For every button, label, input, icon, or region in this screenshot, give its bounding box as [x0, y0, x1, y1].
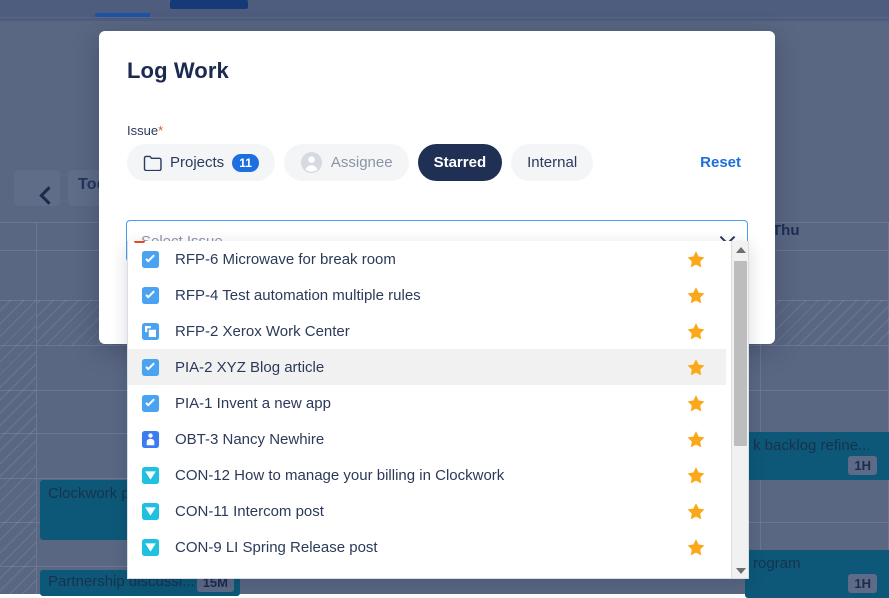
list-item[interactable]: RFP-4 Test automation multiple rules [128, 277, 726, 313]
list-item-label: RFP-6 Microwave for break room [175, 251, 396, 268]
calendar-event-duration: 1H [848, 456, 877, 475]
user-avatar-icon [300, 151, 323, 174]
list-item-label: RFP-2 Xerox Work Center [175, 323, 350, 340]
list-item[interactable]: RFP-2 Xerox Work Center [128, 313, 726, 349]
filter-chip-projects-label: Projects [170, 154, 224, 171]
calendar-event[interactable]: k backlog refine... 1H [745, 432, 889, 480]
star-icon[interactable] [687, 430, 705, 448]
dropdown-scrollbar[interactable] [731, 241, 748, 579]
task-checkbox-icon [141, 250, 160, 269]
list-item-label: CON-12 How to manage your billing in Clo… [175, 467, 504, 484]
filter-chip-internal[interactable]: Internal [511, 144, 593, 181]
list-item-label: CON-9 LI Spring Release post [175, 539, 378, 556]
calendar-event-title: Clockwork p [48, 485, 130, 502]
star-icon[interactable] [687, 466, 705, 484]
filter-chip-assignee[interactable]: Assignee [284, 144, 409, 181]
scroll-down-button[interactable] [732, 562, 749, 579]
content-arrow-icon [141, 538, 160, 557]
star-icon[interactable] [687, 250, 705, 268]
non-working-hatch [761, 300, 889, 345]
list-item[interactable]: CON-9 LI Spring Release post [128, 529, 726, 565]
previous-week-button[interactable] [14, 170, 60, 206]
issue-field-label: Issue* [127, 123, 163, 138]
nav-tab-pill[interactable] [170, 0, 248, 9]
list-item-label: RFP-4 Test automation multiple rules [175, 287, 421, 304]
filter-chip-starred-label: Starred [434, 154, 487, 171]
page-title: Log Work [127, 58, 229, 84]
subtask-icon [141, 322, 160, 341]
chevron-left-icon [39, 186, 57, 204]
list-item[interactable]: OBT-3 Nancy Newhire [128, 421, 726, 457]
filter-chip-assignee-label: Assignee [331, 154, 393, 171]
task-checkbox-icon [141, 394, 160, 413]
star-icon[interactable] [687, 502, 705, 520]
list-item[interactable]: CON-12 How to manage your billing in Clo… [128, 457, 726, 493]
non-working-hatch [0, 300, 36, 594]
folder-icon [143, 155, 162, 171]
content-arrow-icon [141, 466, 160, 485]
calendar-event[interactable]: rogram 1H [745, 550, 889, 598]
scrollbar-thumb[interactable] [734, 261, 747, 446]
scroll-up-button[interactable] [732, 241, 749, 258]
dropdown-marker [134, 241, 145, 243]
filter-chip-starred[interactable]: Starred [418, 144, 503, 181]
filter-chip-internal-label: Internal [527, 154, 577, 171]
person-icon [141, 430, 160, 449]
content-arrow-icon [141, 502, 160, 521]
list-item-label: OBT-3 Nancy Newhire [175, 431, 324, 448]
issue-filter-row: Projects 11 Assignee Starred Internal Re… [127, 144, 747, 181]
calendar-event-duration: 1H [848, 574, 877, 593]
reset-filters-link[interactable]: Reset [700, 154, 747, 171]
list-item-label: CON-11 Intercom post [175, 503, 324, 520]
star-icon[interactable] [687, 286, 705, 304]
list-item[interactable]: PIA-2 XYZ Blog article [128, 349, 726, 385]
calendar-event-title: rogram [753, 555, 801, 572]
star-icon[interactable] [687, 538, 705, 556]
star-icon[interactable] [687, 358, 705, 376]
top-divider [0, 17, 889, 18]
triangle-up-icon [736, 247, 746, 253]
issue-option-list: RFP-6 Microwave for break room RFP-4 Test… [128, 241, 726, 579]
filter-chip-projects-badge: 11 [232, 154, 259, 172]
issue-dropdown-list: RFP-6 Microwave for break room RFP-4 Test… [127, 241, 749, 579]
list-item-label: PIA-2 XYZ Blog article [175, 359, 324, 376]
task-checkbox-icon [141, 358, 160, 377]
calendar-event-title: k backlog refine... [753, 437, 871, 454]
day-column-header: Thu [772, 222, 800, 250]
required-marker: * [158, 123, 163, 138]
triangle-down-icon [736, 568, 746, 574]
list-item[interactable]: RFP-6 Microwave for break room [128, 241, 726, 277]
list-item[interactable]: PIA-1 Invent a new app [128, 385, 726, 421]
grid-line [36, 222, 37, 594]
list-item[interactable]: CON-11 Intercom post [128, 493, 726, 529]
issue-label-text: Issue [127, 123, 158, 138]
task-checkbox-icon [141, 286, 160, 305]
star-icon[interactable] [687, 322, 705, 340]
filter-chip-projects[interactable]: Projects 11 [127, 144, 275, 181]
star-icon[interactable] [687, 394, 705, 412]
list-item-label: PIA-1 Invent a new app [175, 395, 331, 412]
